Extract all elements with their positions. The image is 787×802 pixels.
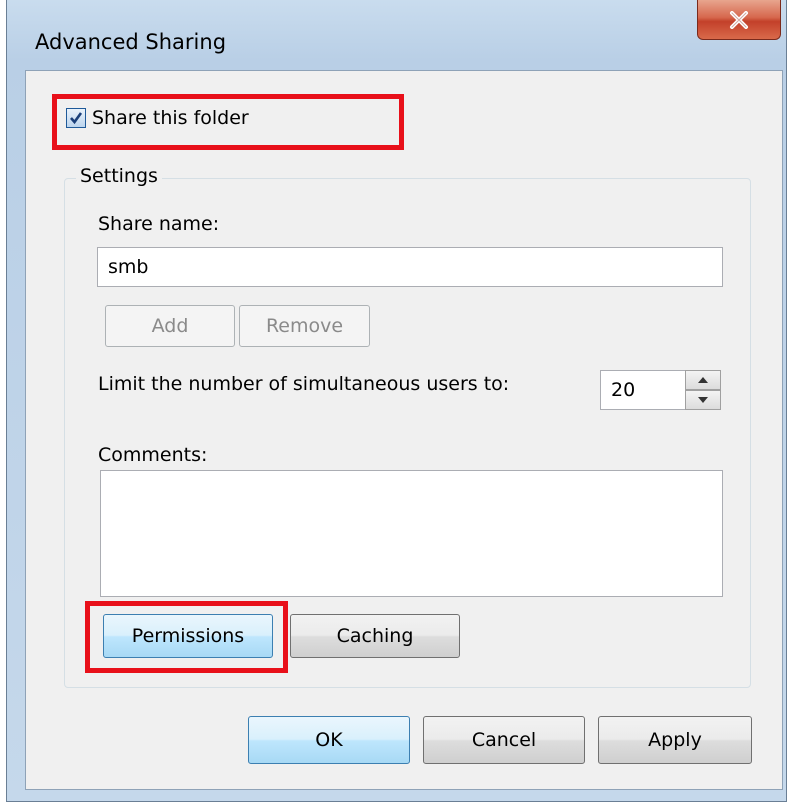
share-folder-highlight xyxy=(52,94,404,150)
settings-legend: Settings xyxy=(76,165,162,187)
caching-button[interactable]: Caching xyxy=(290,614,460,658)
apply-button[interactable]: Apply xyxy=(598,716,752,764)
permissions-highlight xyxy=(85,601,288,673)
limit-users-label: Limit the number of simultaneous users t… xyxy=(98,373,510,395)
limit-users-input[interactable]: 20 xyxy=(600,370,686,410)
comments-input[interactable] xyxy=(100,470,723,597)
share-name-label: Share name: xyxy=(98,213,220,235)
share-name-input[interactable]: smb xyxy=(97,247,723,287)
window-title: Advanced Sharing xyxy=(35,30,227,54)
spin-up-button[interactable] xyxy=(685,370,721,390)
add-button[interactable]: Add xyxy=(105,305,235,347)
comments-label: Comments: xyxy=(98,444,208,466)
ok-button[interactable]: OK xyxy=(248,716,410,764)
cancel-button[interactable]: Cancel xyxy=(423,716,585,764)
close-button[interactable] xyxy=(697,0,781,40)
spin-up-icon xyxy=(698,377,708,383)
remove-button[interactable]: Remove xyxy=(239,305,370,347)
spin-down-button[interactable] xyxy=(685,390,721,410)
spin-down-icon xyxy=(698,397,708,403)
limit-users-spinner[interactable] xyxy=(685,370,721,410)
close-icon xyxy=(730,10,748,29)
